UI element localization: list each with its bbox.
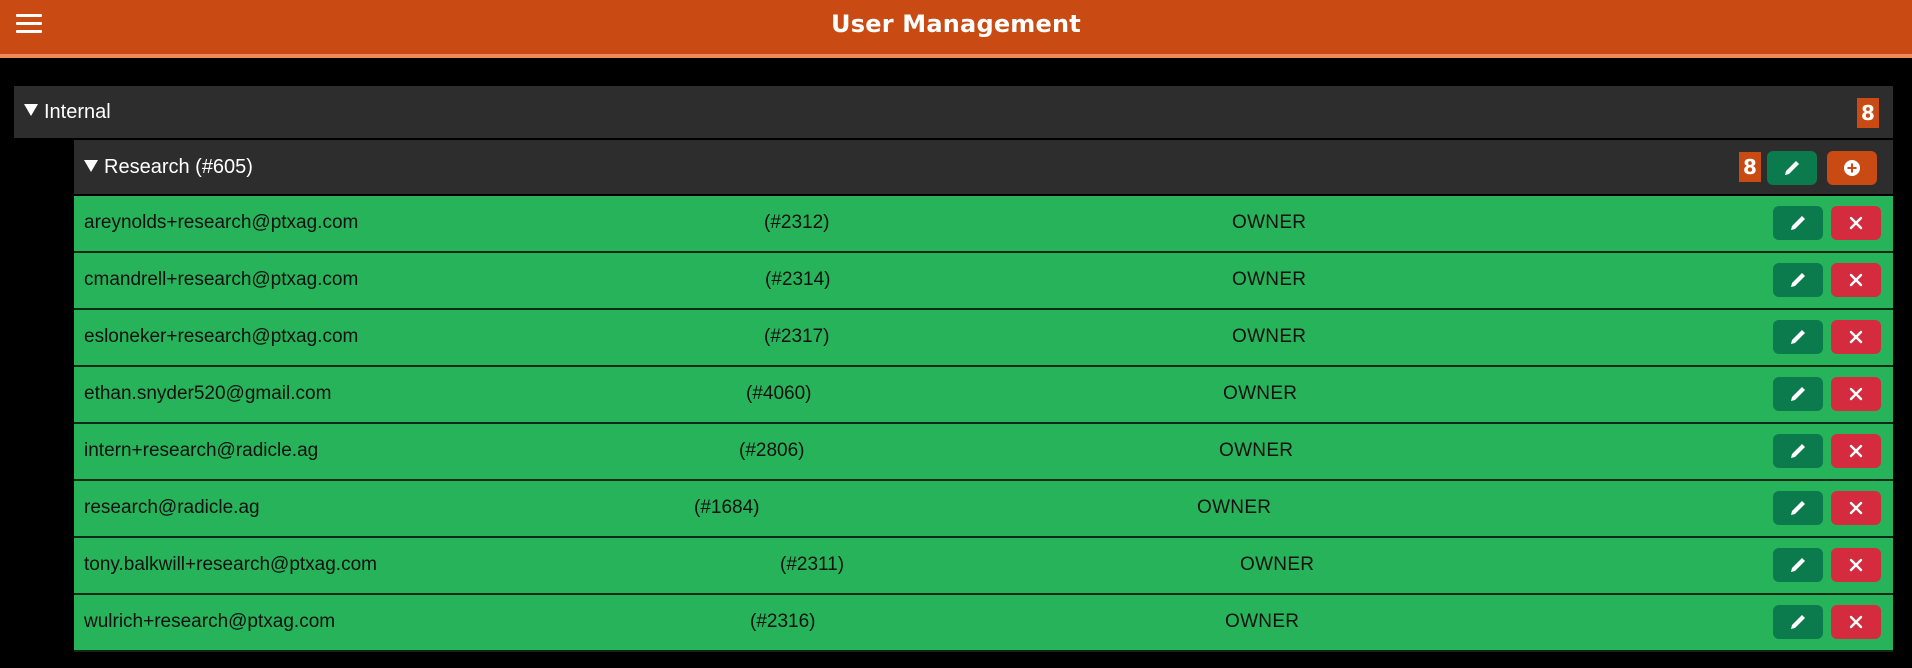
member-email: intern+research@radicle.ag [84,440,319,461]
pencil-icon [1791,330,1805,344]
pencil-icon [1791,444,1805,458]
group-label: Internal [44,101,111,123]
close-x-icon [1849,615,1863,629]
member-role: OWNER [1225,611,1300,632]
table-row: tony.balkwill+research@ptxag.com (#2311)… [74,538,1893,595]
table-row: wulrich+research@ptxag.com (#2316) OWNER [74,595,1893,652]
edit-member-button[interactable] [1773,491,1823,525]
subgroup-header[interactable]: Research (#605) 8 [74,140,1893,196]
pencil-icon [1785,161,1799,175]
remove-member-button[interactable] [1831,206,1881,240]
member-id: (#1684) [694,497,760,518]
member-email: cmandrell+research@ptxag.com [84,269,359,290]
app-bar: User Management [0,0,1912,58]
edit-member-button[interactable] [1773,605,1823,639]
remove-member-button[interactable] [1831,320,1881,354]
member-id: (#2316) [750,611,816,632]
close-x-icon [1849,387,1863,401]
member-id: (#2806) [739,440,805,461]
subgroup-label: Research (#605) [104,156,253,178]
remove-member-button[interactable] [1831,605,1881,639]
member-role: OWNER [1232,212,1307,233]
member-role: OWNER [1232,326,1307,347]
table-row: research@radicle.ag (#1684) OWNER [74,481,1893,538]
table-row: cmandrell+research@ptxag.com (#2314) OWN… [74,253,1893,310]
table-row: areynolds+research@ptxag.com (#2312) OWN… [74,196,1893,253]
pencil-icon [1791,216,1805,230]
pencil-icon [1791,558,1805,572]
close-x-icon [1849,444,1863,458]
member-email: areynolds+research@ptxag.com [84,212,359,233]
member-email: wulrich+research@ptxag.com [84,611,336,632]
member-id: (#2311) [780,554,845,575]
member-email: esloneker+research@ptxag.com [84,326,359,347]
plus-circle-icon [1844,160,1860,176]
edit-member-button[interactable] [1773,263,1823,297]
pencil-icon [1791,501,1805,515]
pencil-icon [1791,387,1805,401]
member-role: OWNER [1223,383,1298,404]
close-x-icon [1849,273,1863,287]
subgroup-research: Research (#605) 8 [74,140,1893,196]
member-role: OWNER [1197,497,1272,518]
edit-group-button[interactable] [1767,151,1817,185]
close-x-icon [1849,216,1863,230]
member-email: research@radicle.ag [84,497,260,518]
member-id: (#4060) [746,383,812,404]
member-role: OWNER [1219,440,1294,461]
remove-member-button[interactable] [1831,434,1881,468]
remove-member-button[interactable] [1831,491,1881,525]
edit-member-button[interactable] [1773,377,1823,411]
table-row: esloneker+research@ptxag.com (#2317) OWN… [74,310,1893,367]
remove-member-button[interactable] [1831,263,1881,297]
pencil-icon [1791,615,1805,629]
page-title: User Management [831,10,1081,38]
close-x-icon [1849,501,1863,515]
member-list: areynolds+research@ptxag.com (#2312) OWN… [74,196,1893,652]
member-role: OWNER [1240,554,1315,575]
remove-member-button[interactable] [1831,548,1881,582]
edit-member-button[interactable] [1773,548,1823,582]
edit-member-button[interactable] [1773,320,1823,354]
add-user-button[interactable] [1827,151,1877,185]
caret-down-icon[interactable] [84,160,98,172]
member-email: tony.balkwill+research@ptxag.com [84,554,377,575]
close-x-icon [1849,558,1863,572]
edit-member-button[interactable] [1773,206,1823,240]
pencil-icon [1791,273,1805,287]
member-role: OWNER [1232,269,1307,290]
member-id: (#2317) [764,326,830,347]
table-row: intern+research@radicle.ag (#2806) OWNER [74,424,1893,481]
member-id: (#2312) [764,212,830,233]
table-row: ethan.snyder520@gmail.com (#4060) OWNER [74,367,1893,424]
group-count-badge: 8 [1857,98,1879,128]
close-x-icon [1849,330,1863,344]
member-id: (#2314) [765,269,831,290]
remove-member-button[interactable] [1831,377,1881,411]
edit-member-button[interactable] [1773,434,1823,468]
member-email: ethan.snyder520@gmail.com [84,383,332,404]
group-header-internal[interactable]: Internal 8 [14,86,1893,140]
user-tree: Internal 8 Research (#605) 8 areynolds+r… [14,86,1893,652]
subgroup-count-badge: 8 [1739,152,1761,182]
caret-down-icon[interactable] [24,104,38,116]
